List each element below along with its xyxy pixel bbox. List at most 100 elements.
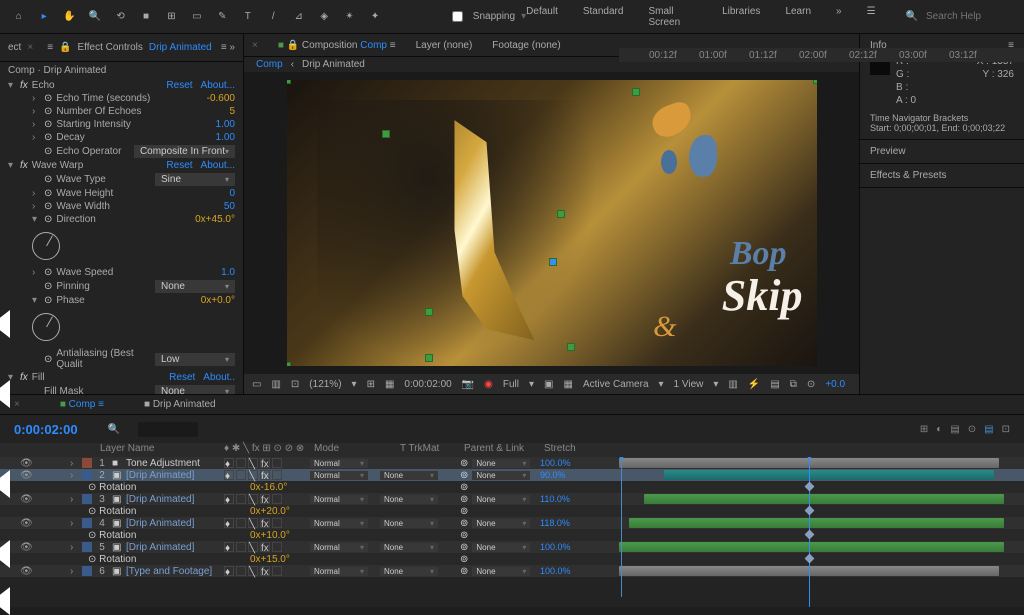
echo-time-val[interactable]: -0.600 — [207, 93, 235, 104]
snapshot-icon[interactable]: 📷 — [462, 379, 474, 390]
keyframe-3[interactable] — [805, 530, 815, 540]
handle-selected[interactable] — [549, 258, 557, 266]
grid-icon[interactable]: ▥ — [271, 379, 280, 390]
echo-about[interactable]: About... — [201, 80, 235, 91]
keyframe-2[interactable] — [805, 506, 815, 516]
snapping-checkbox[interactable] — [452, 11, 463, 22]
work-area-start[interactable] — [621, 457, 622, 597]
bar-drip3[interactable] — [644, 494, 1004, 504]
exposure-value[interactable]: +0.0 — [825, 379, 845, 390]
active-camera[interactable]: Active Camera — [583, 379, 649, 390]
camera-tool-icon[interactable]: ■ — [137, 8, 154, 26]
workspace-standard[interactable]: Standard — [583, 6, 624, 28]
hand-tool-icon[interactable]: ✋ — [61, 8, 78, 26]
drip-shape-2[interactable] — [689, 135, 717, 177]
tlh-layer[interactable]: Layer Name — [0, 443, 220, 457]
tl-icon-4[interactable]: ⊙ — [968, 424, 976, 435]
fill-about[interactable]: About.. — [203, 372, 235, 383]
composition-viewer[interactable]: Bop Skip & — [244, 72, 859, 374]
tlh-parent[interactable]: Parent & Link — [460, 443, 540, 457]
exposure-reset-icon[interactable]: ⊙ — [807, 379, 815, 390]
tl-icon-5[interactable]: ▤ — [984, 424, 993, 435]
keyframe-4[interactable] — [805, 554, 815, 564]
echo-op-val[interactable]: Composite In Front — [134, 145, 235, 158]
tl-icon-1[interactable]: ⊞ — [920, 424, 928, 435]
workspace-reset-icon[interactable]: ☰ — [867, 6, 876, 28]
timeline-tab-drip[interactable]: ■ Drip Animated — [144, 399, 216, 410]
effect-controls-target[interactable]: Drip Animated — [149, 42, 212, 53]
handle-bl[interactable] — [287, 362, 291, 366]
workspace-overflow-icon[interactable]: » — [836, 6, 842, 28]
phase-val[interactable]: 0x+0.0° — [201, 295, 235, 306]
handle-2[interactable] — [632, 88, 640, 96]
orbit-tool-icon[interactable]: ⟲ — [112, 8, 129, 26]
workspace-learn[interactable]: Learn — [785, 6, 811, 28]
crumb-drip[interactable]: Drip Animated — [302, 59, 365, 70]
tl-icon-6[interactable]: ⊡ — [1002, 424, 1010, 435]
timeline-current-time[interactable]: 0:00:02:00 — [14, 422, 78, 437]
pen-tool-icon[interactable]: ✎ — [214, 8, 231, 26]
tlh-trk[interactable]: TrkMat — [409, 443, 440, 454]
echo-num-val[interactable]: 5 — [229, 106, 235, 117]
drip-shape-1[interactable] — [648, 99, 696, 141]
workspace-small[interactable]: Small Screen — [648, 6, 697, 28]
timeline-search-icon[interactable]: 🔍 — [108, 424, 120, 435]
channel-icon[interactable]: ◉ — [484, 379, 493, 390]
echo-decay-val[interactable]: 1.00 — [216, 132, 235, 143]
eraser-tool-icon[interactable]: ◈ — [315, 8, 332, 26]
layer-tab[interactable]: Layer (none) — [416, 40, 473, 51]
lock-icon[interactable]: 🔒 — [59, 42, 71, 53]
brush-tool-icon[interactable]: / — [265, 8, 282, 26]
magnification-icon[interactable]: ▭ — [252, 379, 261, 390]
fast-preview-icon[interactable]: ⚡ — [748, 379, 760, 390]
wavewarp-reset[interactable]: Reset — [166, 160, 192, 171]
bar-drip4[interactable] — [629, 518, 1004, 528]
text-bop[interactable]: Bop — [730, 235, 787, 273]
bar-drip2[interactable] — [664, 470, 994, 480]
phase-dial[interactable] — [32, 313, 60, 341]
timeline-icon[interactable]: ▤ — [770, 379, 779, 390]
fx-fill-header[interactable]: ▾fxFillResetAbout.. — [0, 371, 243, 384]
echo-intensity-val[interactable]: 1.00 — [216, 119, 235, 130]
view-count[interactable]: 1 View — [674, 379, 704, 390]
workspace-default[interactable]: Default — [526, 6, 558, 28]
pinning-val[interactable]: None — [155, 280, 235, 293]
timeline-ruler[interactable]: 00:12f 01:00f 01:12f 02:00f 02:12f 03:00… — [619, 48, 1024, 62]
tlh-mode[interactable]: Mode — [310, 443, 380, 457]
handle-6[interactable] — [567, 343, 575, 351]
mask-icon[interactable]: ▦ — [385, 379, 394, 390]
handle-tr[interactable] — [813, 80, 817, 84]
roto-tool-icon[interactable]: ✴ — [341, 8, 358, 26]
shape-tool-icon[interactable]: ▭ — [188, 8, 205, 26]
direction-val[interactable]: 0x+45.0° — [195, 214, 235, 225]
transparency-icon[interactable]: ▦ — [563, 379, 572, 390]
tlh-stretch[interactable]: Stretch — [540, 443, 600, 457]
home-icon[interactable]: ⌂ — [10, 8, 27, 26]
workspace-libraries[interactable]: Libraries — [722, 6, 760, 28]
direction-dial[interactable] — [32, 232, 60, 260]
fill-reset[interactable]: Reset — [169, 372, 195, 383]
guides-icon[interactable]: ⊡ — [291, 379, 299, 390]
echo-reset[interactable]: Reset — [166, 80, 192, 91]
resolution[interactable]: Full — [503, 379, 519, 390]
waveheight-val[interactable]: 0 — [229, 188, 235, 199]
handle-1[interactable] — [382, 130, 390, 138]
drip-shape-3[interactable] — [661, 150, 677, 174]
snapping-toggle[interactable]: Snapping ▾ — [452, 11, 526, 22]
footage-tab[interactable]: Footage (none) — [492, 40, 560, 51]
aa-val[interactable]: Low — [155, 353, 235, 366]
zoom-tool-icon[interactable]: 🔍 — [86, 8, 103, 26]
canvas[interactable]: Bop Skip & — [287, 80, 817, 366]
puppet-tool-icon[interactable]: ✦ — [366, 8, 383, 26]
wavewidth-val[interactable]: 50 — [224, 201, 235, 212]
fillmask-val[interactable]: None — [155, 385, 235, 394]
bar-drip5[interactable] — [619, 542, 1004, 552]
selection-tool-icon[interactable]: ▸ — [35, 8, 52, 26]
zoom-value[interactable]: (121%) — [309, 379, 341, 390]
flowchart-icon[interactable]: ⧉ — [790, 379, 797, 390]
text-skip[interactable]: Skip — [722, 270, 803, 321]
pan-behind-icon[interactable]: ⊞ — [163, 8, 180, 26]
crumb-comp[interactable]: Comp — [256, 59, 283, 70]
roi-icon[interactable]: ▣ — [544, 379, 553, 390]
search-icon[interactable]: 🔍 — [906, 11, 918, 22]
